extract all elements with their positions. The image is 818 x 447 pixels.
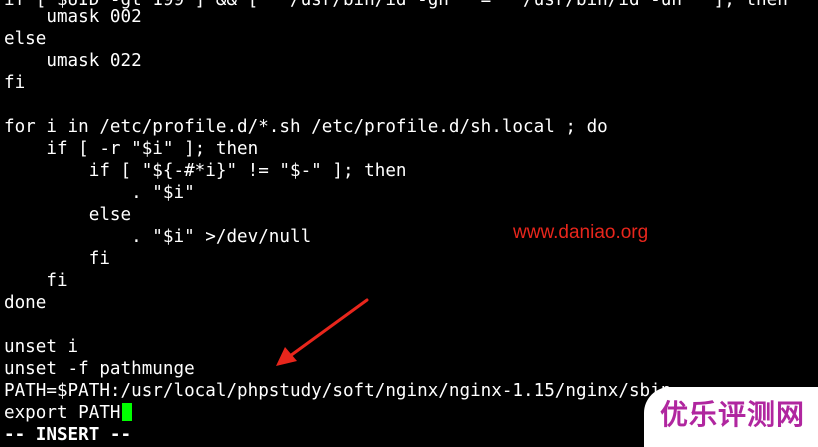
logo-text: 优乐评测网 [660, 398, 806, 431]
red-arrow-icon [276, 298, 369, 366]
logo-badge: 优乐评测网 [644, 387, 818, 447]
